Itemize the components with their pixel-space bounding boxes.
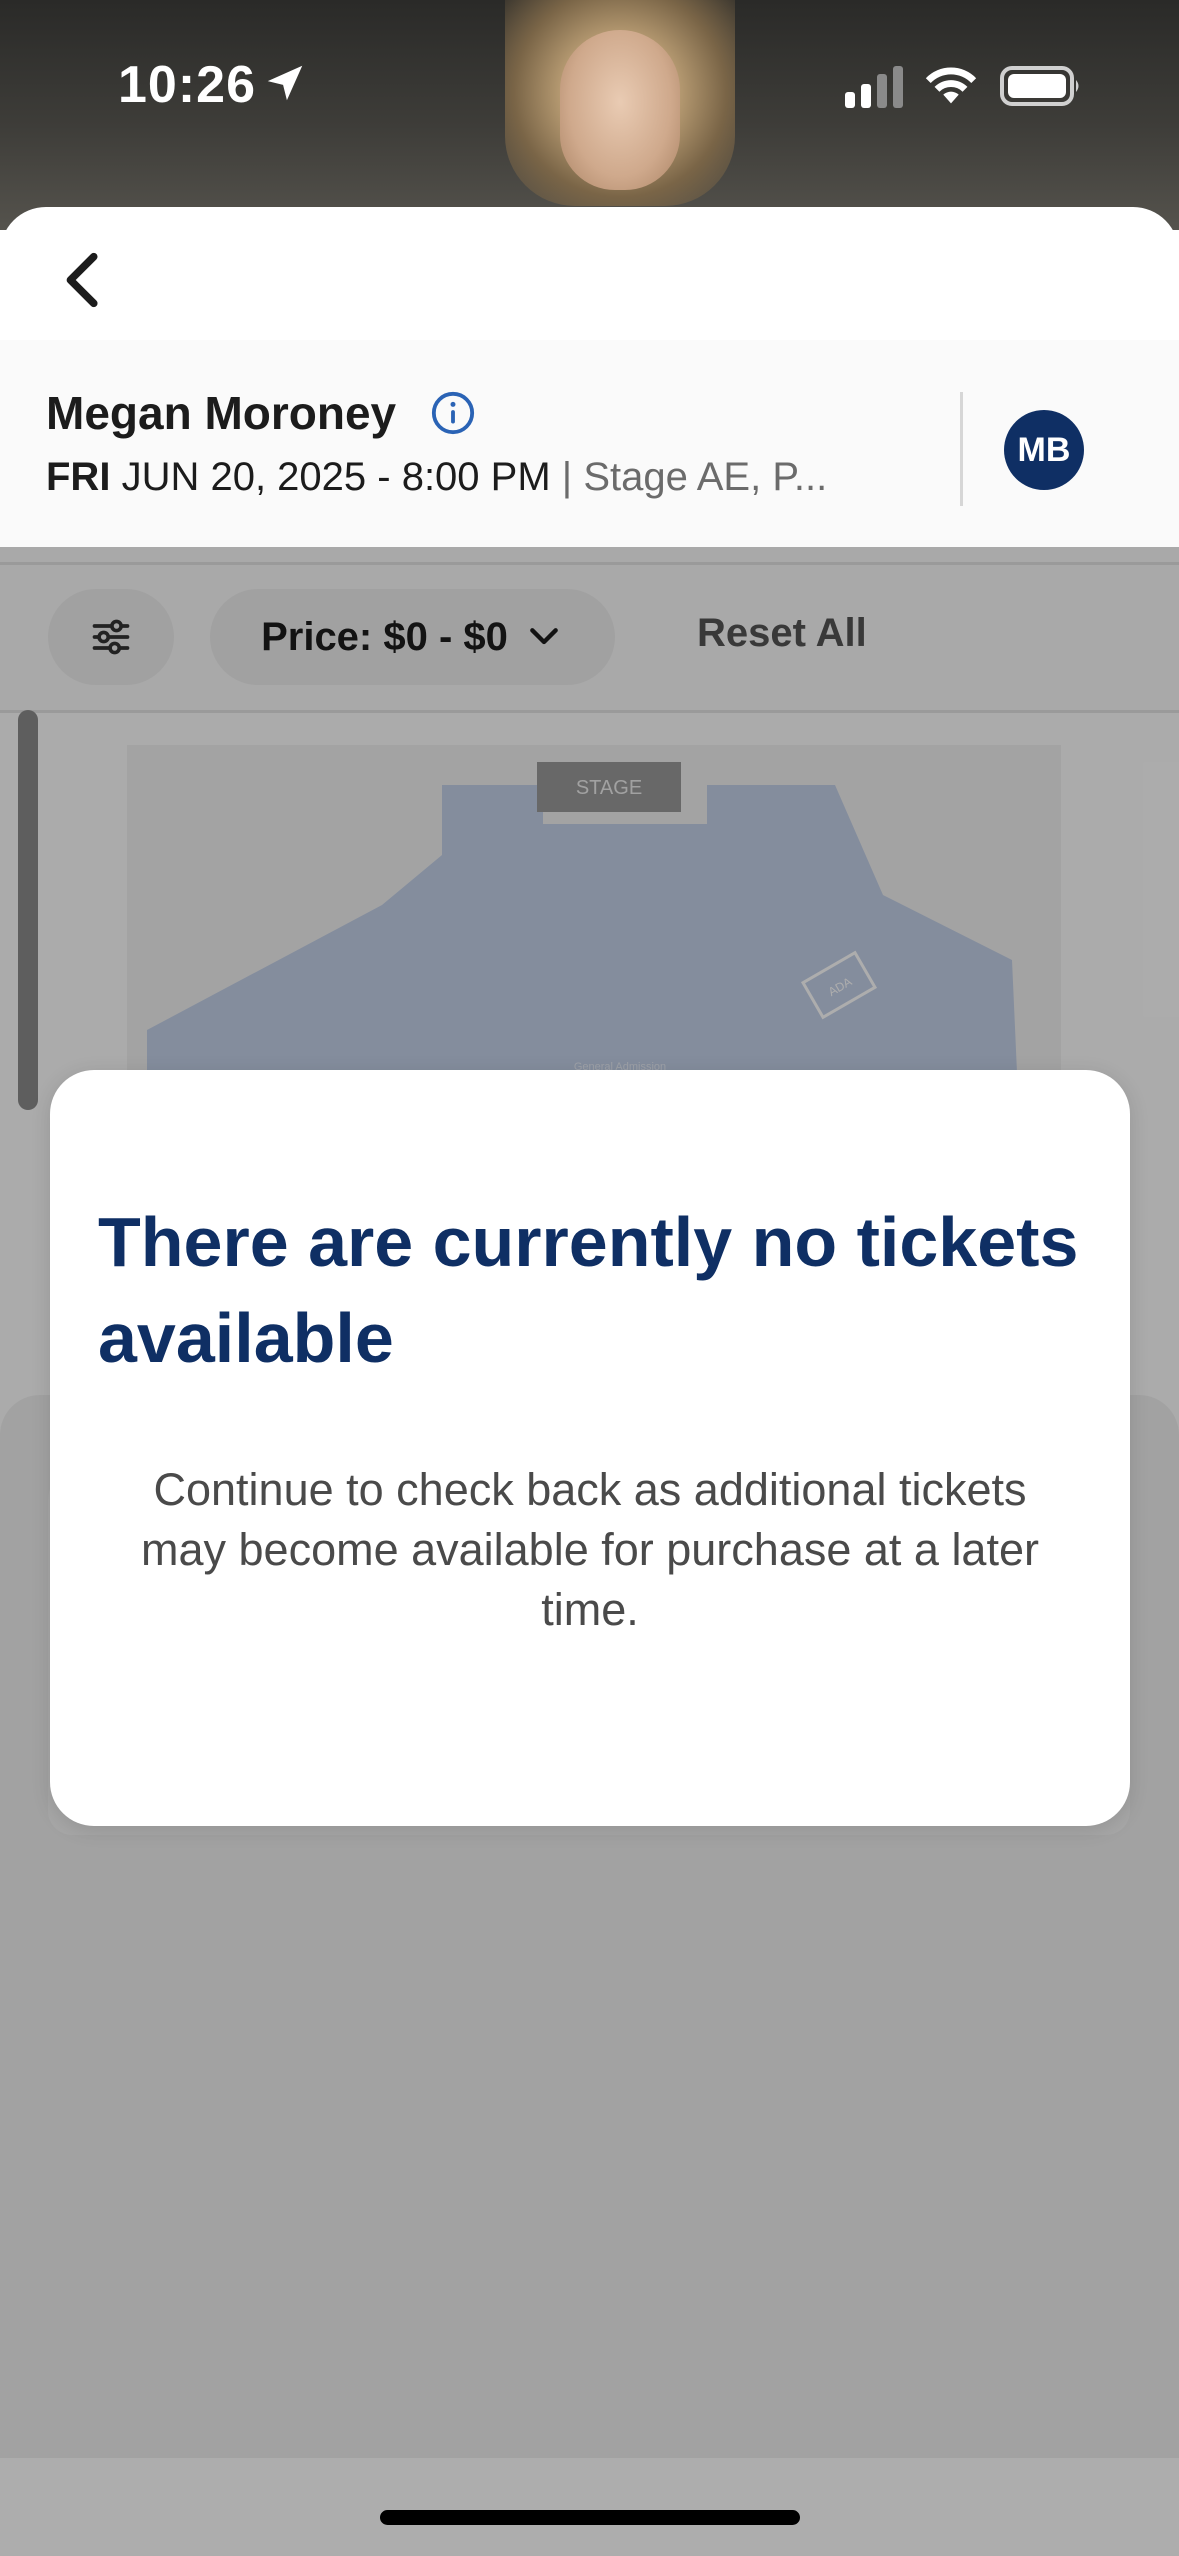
artist-face (560, 30, 680, 190)
event-header: Megan Moroney FRI JUN 20, 2025 - 8:00 PM… (0, 340, 1179, 565)
event-date-venue: FRI JUN 20, 2025 - 8:00 PM | Stage AE, P… (46, 455, 827, 500)
event-venue: Stage AE, P... (583, 455, 828, 499)
wifi-icon (925, 67, 977, 104)
modal-title: There are currently no tickets available (98, 1203, 1079, 1377)
status-time: 10:26 (118, 56, 256, 114)
back-chevron-icon[interactable] (50, 245, 120, 315)
separator: | (561, 455, 573, 499)
location-arrow-icon (267, 65, 303, 101)
event-date-time: JUN 20, 2025 - 8:00 PM (121, 455, 551, 499)
cellular-signal-icon (845, 66, 903, 108)
info-icon[interactable] (430, 390, 476, 436)
user-avatar[interactable]: MB (1004, 410, 1084, 490)
event-day: FRI (46, 455, 111, 499)
header-divider (960, 392, 963, 506)
battery-icon (1000, 66, 1079, 106)
no-tickets-modal: There are currently no tickets available… (50, 1070, 1130, 1826)
home-indicator[interactable] (380, 2510, 800, 2525)
event-hero-image (0, 0, 1179, 230)
event-title: Megan Moroney (46, 387, 397, 439)
modal-message: Continue to check back as additional tic… (141, 1464, 1039, 1635)
